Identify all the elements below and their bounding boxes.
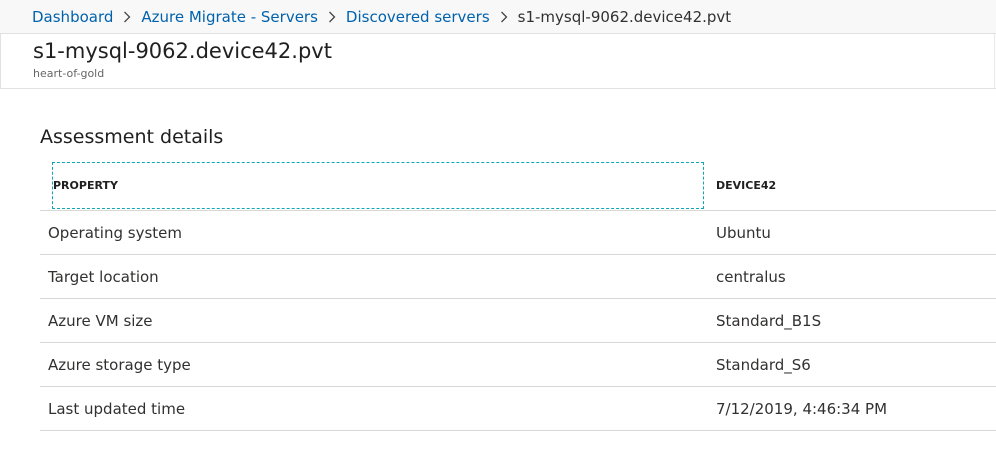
page-subtitle: heart-of-gold (33, 67, 105, 80)
assessment-details-table: PROPERTY DEVICE42 Operating system Ubunt… (40, 160, 996, 431)
breadcrumb-azure-migrate-servers[interactable]: Azure Migrate - Servers (141, 8, 318, 26)
breadcrumb-dashboard[interactable]: Dashboard (32, 8, 113, 26)
blade-header: s1-mysql-9062.device42.pvt heart-of-gold (0, 34, 996, 88)
row-value: Standard_S6 (716, 355, 811, 374)
row-value: Standard_B1S (716, 311, 822, 330)
chevron-right-icon (113, 8, 141, 26)
column-header-device42[interactable]: DEVICE42 (716, 160, 776, 210)
page-title: s1-mysql-9062.device42.pvt (33, 39, 332, 63)
row-value: 7/12/2019, 4:46:34 PM (716, 399, 888, 418)
chevron-right-icon (490, 8, 518, 26)
header-divider (0, 88, 996, 89)
table-row: Azure storage type Standard_S6 (40, 343, 996, 387)
row-property: Azure VM size (48, 311, 153, 330)
table-row: Last updated time 7/12/2019, 4:46:34 PM (40, 387, 996, 431)
column-header-property[interactable]: PROPERTY (52, 162, 704, 209)
header-divider (994, 34, 995, 88)
row-value: Ubuntu (716, 223, 771, 242)
row-property: Target location (48, 267, 159, 286)
table-row: Azure VM size Standard_B1S (40, 299, 996, 343)
section-title: Assessment details (40, 126, 224, 148)
breadcrumb: Dashboard Azure Migrate - Servers Discov… (0, 0, 996, 34)
chevron-right-icon (318, 8, 346, 26)
table-header-row: PROPERTY DEVICE42 (40, 160, 996, 211)
row-property: Operating system (48, 223, 182, 242)
header-divider (0, 34, 1, 88)
row-value: centralus (716, 267, 786, 286)
breadcrumb-current: s1-mysql-9062.device42.pvt (517, 7, 732, 26)
table-row: Operating system Ubuntu (40, 211, 996, 255)
table-row: Target location centralus (40, 255, 996, 299)
breadcrumb-discovered-servers[interactable]: Discovered servers (346, 8, 490, 26)
row-property: Last updated time (48, 399, 186, 418)
row-property: Azure storage type (48, 355, 191, 374)
